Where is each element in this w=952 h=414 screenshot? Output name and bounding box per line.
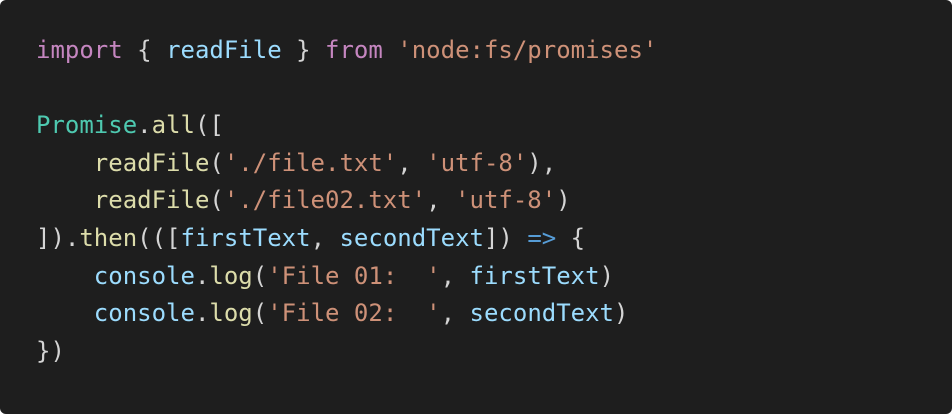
code-snippet-window: import { readFile } from 'node:fs/promis… (0, 0, 952, 414)
string-module-path: 'node:fs/promises' (397, 36, 658, 64)
string-encoding: 'utf-8' (455, 186, 557, 215)
function-log: log (209, 261, 253, 290)
punctuation: ( (252, 261, 268, 290)
string-encoding: 'utf-8' (426, 148, 528, 177)
punctuation: ), (527, 148, 557, 177)
punctuation: , (426, 186, 456, 215)
punctuation: ]) (483, 223, 528, 252)
punctuation: ([ (194, 111, 224, 140)
punctuation: , (310, 223, 340, 252)
code-line-2-blank (36, 70, 916, 108)
punctuation: } (281, 36, 326, 64)
code-line-7: console.log('File 01: ', firstText) (36, 258, 916, 296)
punctuation: { (122, 36, 167, 64)
punctuation: , (440, 261, 470, 290)
code-line-5: readFile('./file02.txt', 'utf-8') (36, 182, 916, 220)
punctuation: ]). (36, 223, 80, 252)
function-readfile: readFile (93, 148, 210, 177)
punctuation: (([ (137, 223, 181, 252)
punctuation: ( (209, 186, 224, 215)
string-log-label: 'File 01: ' (267, 261, 441, 290)
punctuation: , (397, 148, 427, 177)
code-line-4: readFile('./file.txt', 'utf-8'), (36, 145, 916, 183)
arg-secondtext: secondText (469, 299, 615, 328)
punctuation: ) (556, 186, 571, 215)
arg-firsttext: firstText (469, 261, 600, 290)
object-console: console (93, 261, 195, 290)
code-line-1: import { readFile } from 'node:fs/promis… (36, 32, 916, 70)
code-block: import { readFile } from 'node:fs/promis… (36, 32, 916, 370)
arrow-operator: => (527, 223, 557, 252)
string-file-path: './file02.txt' (223, 186, 427, 215)
function-readfile: readFile (93, 186, 210, 215)
keyword-import: import (36, 36, 123, 64)
string-log-label: 'File 02: ' (267, 299, 441, 328)
punctuation: ) (599, 261, 615, 290)
keyword-from: from (325, 36, 383, 64)
function-log: log (209, 299, 253, 328)
code-line-3: Promise.all([ (36, 107, 916, 145)
punctuation: }) (36, 336, 65, 365)
punctuation: . (137, 111, 152, 140)
punctuation: . (194, 299, 210, 328)
function-then: then (79, 223, 138, 252)
param-firsttext: firstText (180, 223, 311, 252)
code-line-6: ]).then(([firstText, secondText]) => { (36, 220, 916, 258)
punctuation: ) (614, 299, 629, 328)
code-line-8: console.log('File 02: ', secondText) (36, 295, 916, 333)
punctuation: ( (252, 299, 268, 328)
code-line-9: }) (36, 333, 916, 371)
punctuation: { (556, 223, 586, 252)
object-console: console (93, 299, 195, 328)
string-file-path: './file.txt' (223, 148, 398, 177)
punctuation: ( (209, 148, 224, 177)
punctuation: , (440, 299, 470, 328)
function-all: all (151, 111, 195, 140)
punctuation: . (194, 261, 210, 290)
class-promise: Promise (36, 111, 138, 140)
identifier-readfile: readFile (166, 36, 282, 64)
param-secondtext: secondText (339, 223, 484, 252)
